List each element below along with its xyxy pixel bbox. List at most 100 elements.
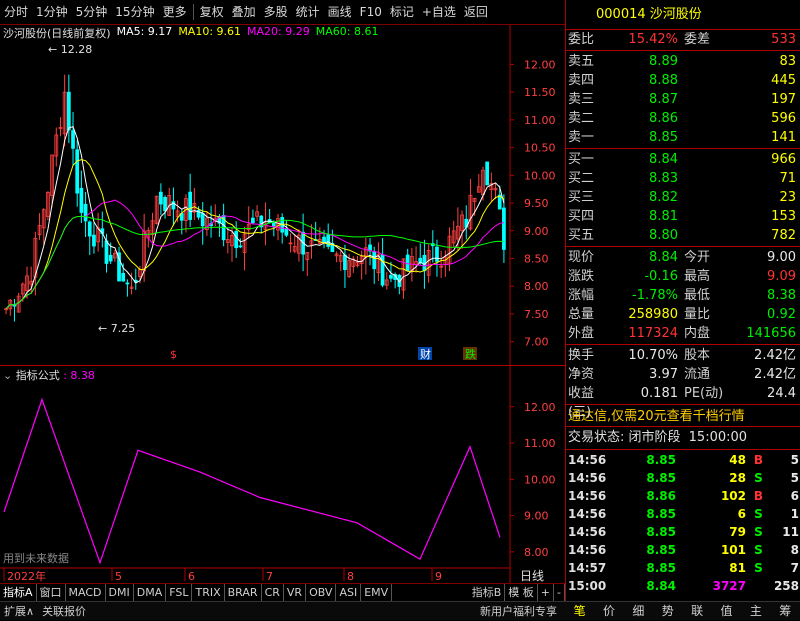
stats2-label: 净资 [568,367,595,382]
toolbar-item-10[interactable]: F10 [356,0,386,25]
tick-row: 14:57 8.85 81 S 7 [566,559,800,577]
sell-price: 8.88 [649,73,678,88]
stats2-value: 10.70% [628,348,678,363]
right-tab[interactable]: 主 [741,602,770,621]
indicator-tab[interactable]: 指标A [0,583,37,602]
stats1-label: 今开 [684,250,711,265]
indicator-tab[interactable]: DMI [106,583,134,602]
toolbar-item-8[interactable]: 统计 [292,0,324,25]
promo-banner[interactable]: 通达信,仅需20元查看千档行情 [566,406,800,427]
tick-price: 8.85 [646,561,676,575]
right-tabs: 笔价细势联值主筹 [565,602,800,621]
indicator-tick-label: 9.00 [524,510,549,523]
finance-stats: 换手 10.70% 股本 2.42亿 净资 3.97 流通 2.42亿 收益(三) 0.181 PE… [566,346,800,420]
buy-price: 8.80 [649,228,678,243]
right-tab[interactable]: 值 [712,602,741,621]
indicator-tab[interactable]: ASI [336,583,362,602]
right-tab[interactable]: 价 [594,602,623,621]
extra-tab[interactable]: 关联报价 [38,602,90,621]
tick-price: 8.85 [646,471,676,485]
right-tab[interactable]: 筹 [771,602,800,621]
indicator-tab[interactable]: MACD [66,583,106,602]
indicator-collapse-icon[interactable]: ⌄ [3,369,12,382]
tick-row: 14:56 8.85 48 B 5 [566,451,800,469]
indicator-tab[interactable]: DMA [134,583,167,602]
sell-row: 卖一 8.85 141 [566,128,800,147]
buy-label: 买二 [568,171,595,186]
tick-volume: 79 [729,525,746,539]
toolbar-item-0[interactable]: 分时 [0,0,32,25]
toolbar-item-6[interactable]: 叠加 [228,0,260,25]
toolbar-item-13[interactable]: 返回 [460,0,492,25]
tick-price: 8.85 [646,507,676,521]
indicator-line [3,397,501,565]
toolbar-item-7[interactable]: 多股 [260,0,292,25]
stats2-value: 2.42亿 [754,348,796,363]
toolbar-item-9[interactable]: 画线 [324,0,356,25]
right-tab[interactable]: 细 [624,602,653,621]
indicator-tab[interactable]: VR [284,583,307,602]
tick-time: 14:56 [568,489,607,503]
indicator-tab[interactable]: FSL [166,583,193,602]
indicator-tab[interactable]: BRAR [225,583,262,602]
buy-volume: 23 [779,190,796,205]
toolbar-item-12[interactable]: +自选 [418,0,460,25]
right-tab[interactable]: 联 [683,602,712,621]
toolbar-item-4[interactable]: 更多 [159,0,191,25]
divider [566,449,800,450]
stats1-row: 涨跌 -0.16 最高 9.09 [566,267,800,286]
tick-list[interactable]: 14:56 8.85 48 B 5 14:56 8.85 28 S 5 14:56 8.86 102 B 6… [566,451,800,595]
tick-price: 8.85 [646,525,676,539]
stats1-label: 量比 [684,307,711,322]
low-price-label: ← 7.25 [98,322,135,335]
stats1-value: 117324 [628,326,678,341]
indicator-tab[interactable]: + [538,583,555,602]
toolbar-item-1[interactable]: 1分钟 [32,0,72,25]
sell-row: 卖二 8.86 596 [566,109,800,128]
sell-label: 卖三 [568,92,595,107]
indicator-label[interactable]: 指标公式 [16,369,60,382]
right-tab[interactable]: 势 [653,602,682,621]
extra-tab[interactable]: 扩展∧ [0,602,38,621]
indicator-tab[interactable]: EMV [361,583,393,602]
indicator-note: 用到未来数据 [3,552,69,565]
stats1-row: 总量 258980 量比 0.92 [566,305,800,324]
x-axis-label: 9 [435,570,442,583]
toolbar-item-5[interactable]: 复权 [196,0,228,25]
extra-tab[interactable]: 新用户福利专享 [476,602,561,621]
tick-count: 1 [790,507,799,521]
indicator-value: : 8.38 [63,369,95,382]
buy-row: 买二 8.83 71 [566,169,800,188]
toolbar-item-2[interactable]: 5分钟 [72,0,112,25]
stats1-label: 内盘 [684,326,711,341]
indicator-tab[interactable]: OBV [306,583,337,602]
sell-label: 卖五 [568,54,595,69]
weicha-value: 533 [771,32,796,47]
tick-count: 8 [790,543,799,557]
indicator-tab[interactable]: 窗口 [37,583,66,602]
indicator-tab[interactable]: 模 板 [505,583,538,602]
indicator-tab[interactable]: CR [262,583,284,602]
toolbar-item-3[interactable]: 15分钟 [111,0,158,25]
tick-count: 258 [773,579,799,593]
extra-tabs: 扩展∧ 关联报价 新用户福利专享笔价细势联值主筹 [0,601,800,620]
price-tick-label: 9.00 [524,225,549,238]
x-axis-label: 5 [115,570,122,583]
toolbar-item-11[interactable]: 标记 [386,0,418,25]
stats1-value: 0.92 [767,307,796,322]
tick-count: 5 [790,453,799,467]
indicator-tab[interactable]: TRIX [192,583,225,602]
price-tick-label: 10.50 [524,142,556,155]
tick-side: B [753,453,764,467]
right-tab[interactable]: 笔 [565,602,594,621]
period-label[interactable]: 日线 [520,567,544,584]
stats1-label: 外盘 [568,326,595,341]
indicator-tabs: 指标A 窗口 MACD DMI DMA FSL TRIX BRAR CR VR OBV ASI EMV 指… [0,583,565,602]
tick-time: 14:57 [568,561,607,575]
indicator-tab[interactable]: - [554,583,565,602]
indicator-tab[interactable]: 指标B [469,583,506,602]
kline-chart[interactable]: 12.00 11.50 11.00 10.50 10.00 9.50 9.00 8.50 8.0… [0,25,565,585]
